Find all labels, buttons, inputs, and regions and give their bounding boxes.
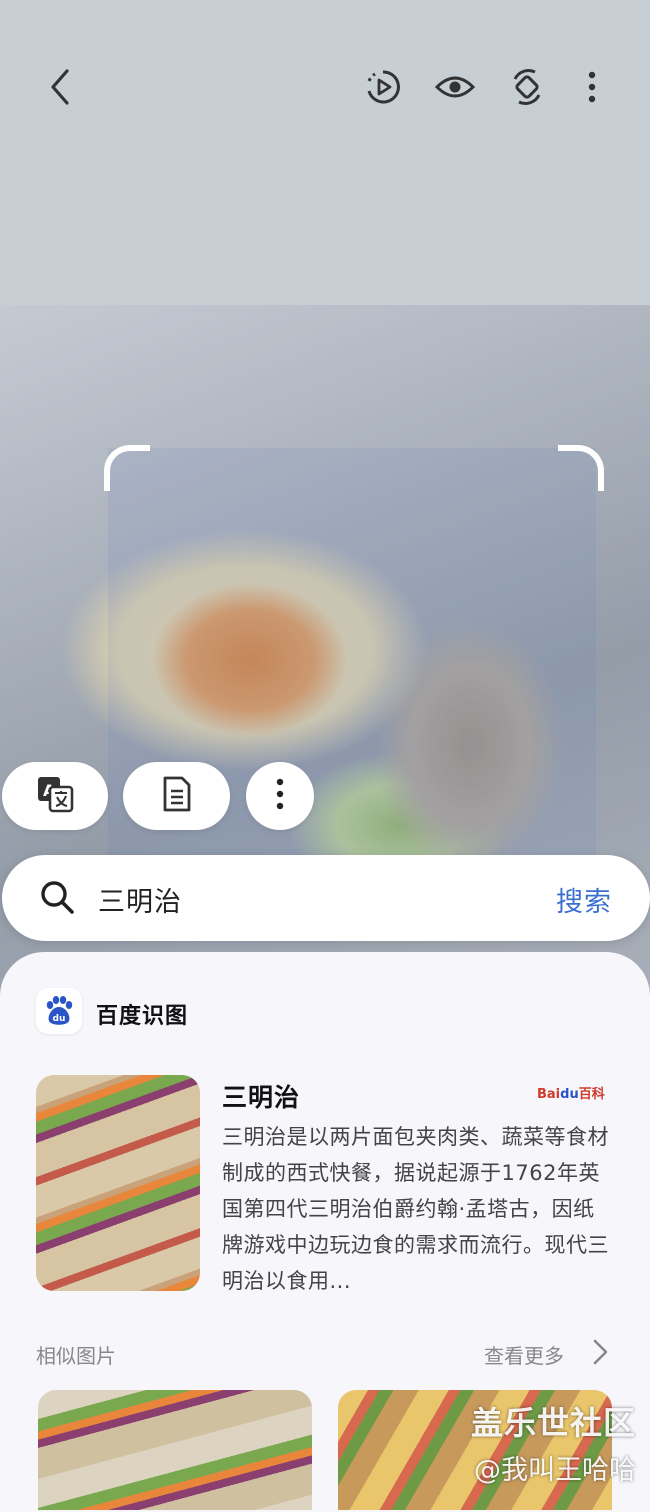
see-more-link[interactable]: 查看更多: [484, 1340, 564, 1369]
quick-more-button[interactable]: [246, 762, 314, 830]
back-arrow-icon[interactable]: [35, 62, 85, 112]
chevron-right-icon[interactable]: [588, 1338, 612, 1366]
selection-corner-top-left[interactable]: [104, 445, 150, 491]
translate-icon: A: [36, 775, 74, 817]
baidu-paw-icon: du: [36, 988, 82, 1034]
result-title[interactable]: 三明治: [222, 1078, 300, 1114]
top-bar: [0, 0, 650, 305]
search-button[interactable]: 搜索: [556, 880, 612, 919]
similar-images-label: 相似图片: [36, 1344, 116, 1368]
translate-button[interactable]: A: [2, 762, 108, 830]
result-thumbnail[interactable]: [36, 1075, 200, 1291]
watermark-author: @我叫王哈哈: [474, 1455, 636, 1486]
more-vert-icon[interactable]: [567, 62, 617, 112]
source-name: 百度识图: [96, 1004, 189, 1029]
extract-text-button[interactable]: [123, 762, 230, 830]
result-description[interactable]: 三明治是以两片面包夹肉类、蔬菜等食材制成的西式快餐，据说起源于1762年英国第四…: [222, 1119, 610, 1299]
search-input[interactable]: 三明治: [98, 880, 182, 919]
watermark-community: 盖乐世社区: [470, 1404, 636, 1442]
motion-photo-icon[interactable]: [358, 62, 408, 112]
document-text-icon: [161, 775, 193, 817]
rotate-icon[interactable]: [502, 62, 552, 112]
eye-icon[interactable]: [430, 62, 480, 112]
search-icon: [38, 878, 76, 920]
similar-image-1[interactable]: [38, 1390, 312, 1510]
svg-text:du: du: [53, 1014, 66, 1024]
baidu-baike-logo: Baidu百科: [537, 1087, 605, 1102]
more-vert-icon: [274, 777, 286, 815]
